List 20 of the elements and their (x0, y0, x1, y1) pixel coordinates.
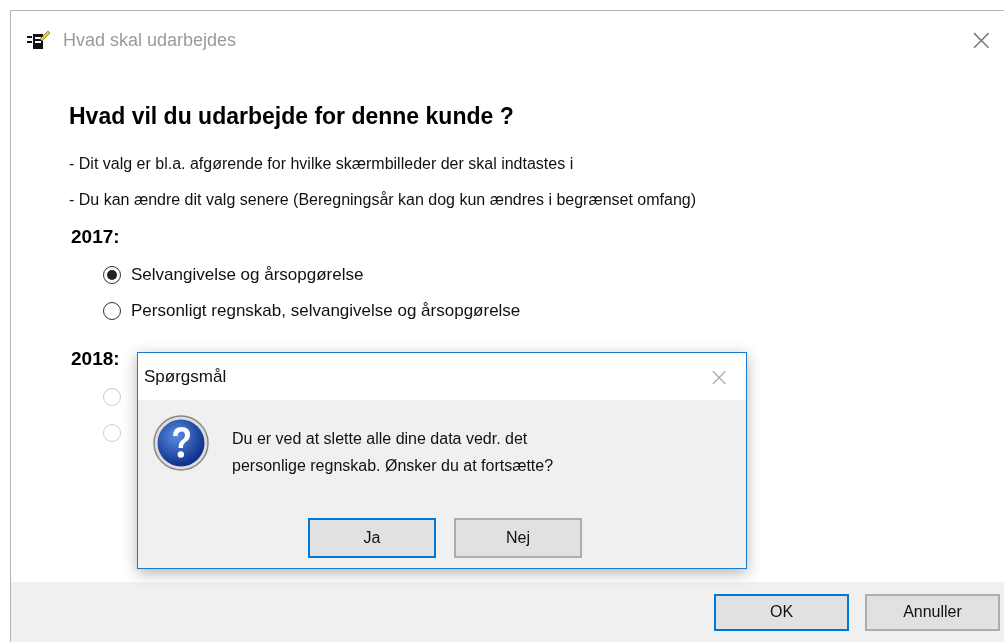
instruction-text: - Du kan ændre dit valg senere (Beregningsår kan dog kun ændres i begrænset omfang) (69, 190, 697, 210)
question-icon (152, 414, 210, 472)
close-button[interactable]: × (958, 25, 1004, 55)
message-text: Du er ved at slette alle dine data vedr. det (232, 429, 529, 449)
cancel-button[interactable]: Annuller (865, 593, 1000, 631)
instruction-text: - Dit valg er bl.a. afgørende for hvilke skærmbilleder der skal indtastes i (69, 154, 575, 174)
edit-list-icon (27, 29, 51, 51)
option-label[interactable]: Personligt regnskab, selvangivelse og årsopgørelse (131, 301, 521, 321)
radio-button[interactable] (103, 302, 121, 320)
radio-button[interactable] (103, 266, 121, 284)
yes-button[interactable]: Ja (308, 518, 436, 558)
year-label: 2018: (71, 348, 121, 370)
dialog-heading: Hvad vil du udarbejde for denne kunde ? (69, 103, 515, 130)
ok-button[interactable]: OK (714, 593, 849, 631)
year-label: 2017: (71, 226, 121, 248)
message-text: personlige regnskab. Ønsker du at fortsætte? (232, 456, 554, 476)
window-title: Hvad skal udarbejdes (63, 29, 237, 51)
no-button[interactable]: Nej (454, 518, 582, 558)
option-label[interactable]: Selvangivelse og årsopgørelse (131, 265, 364, 285)
dialog-title: Spørgsmål (144, 366, 227, 387)
